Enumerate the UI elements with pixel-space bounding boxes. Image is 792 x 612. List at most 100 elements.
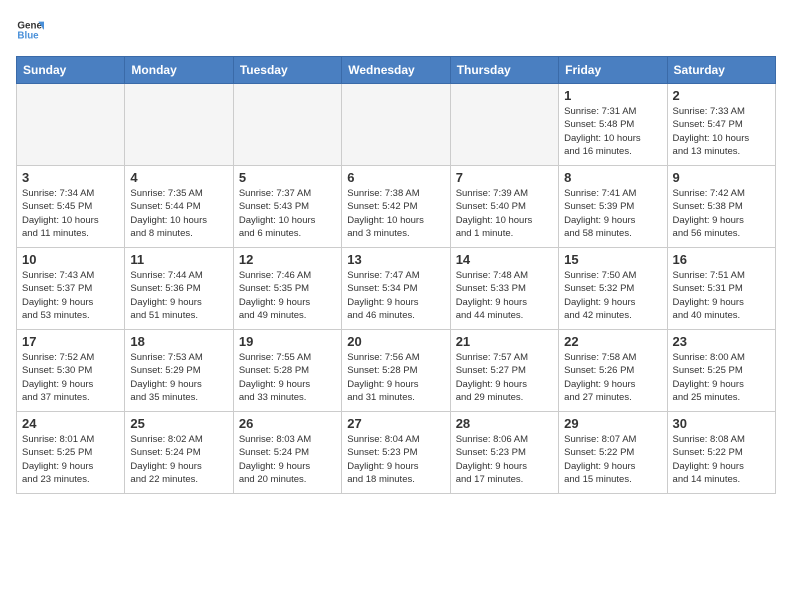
column-header-tuesday: Tuesday bbox=[233, 57, 341, 84]
day-cell: 17Sunrise: 7:52 AM Sunset: 5:30 PM Dayli… bbox=[17, 330, 125, 412]
day-number: 6 bbox=[347, 170, 444, 185]
column-header-saturday: Saturday bbox=[667, 57, 775, 84]
day-number: 3 bbox=[22, 170, 119, 185]
day-cell: 27 Sunrise: 8:04 AM Sunset: 5:23 PM Dayli… bbox=[342, 412, 450, 494]
day-cell: 14 Sunrise: 7:48 AM Sunset: 5:33 PM Dayli… bbox=[450, 248, 558, 330]
day-cell bbox=[125, 84, 233, 166]
day-info: Sunrise: 7:47 AM Sunset: 5:34 PM Dayligh… bbox=[347, 269, 444, 322]
week-row-5: 24 Sunrise: 8:01 AM Sunset: 5:25 PM Dayli… bbox=[17, 412, 776, 494]
day-info: Sunrise: 7:37 AM Sunset: 5:43 PM Dayligh… bbox=[239, 187, 336, 240]
day-number: 25 bbox=[130, 416, 227, 431]
column-header-monday: Monday bbox=[125, 57, 233, 84]
day-info: Sunrise: 7:35 AM Sunset: 5:44 PM Dayligh… bbox=[130, 187, 227, 240]
day-info: Sunrise: 7:51 AM Sunset: 5:31 PM Dayligh… bbox=[673, 269, 770, 322]
day-cell: 30 Sunrise: 8:08 AM Sunset: 5:22 PM Dayli… bbox=[667, 412, 775, 494]
page-header: General Blue bbox=[16, 16, 776, 44]
day-info: Sunrise: 7:33 AM Sunset: 5:47 PM Dayligh… bbox=[673, 105, 770, 158]
header-row: SundayMondayTuesdayWednesdayThursdayFrid… bbox=[17, 57, 776, 84]
day-number: 19 bbox=[239, 334, 336, 349]
day-number: 1 bbox=[564, 88, 661, 103]
day-info: Sunrise: 7:58 AM Sunset: 5:26 PM Dayligh… bbox=[564, 351, 661, 404]
week-row-4: 17Sunrise: 7:52 AM Sunset: 5:30 PM Dayli… bbox=[17, 330, 776, 412]
day-number: 28 bbox=[456, 416, 553, 431]
day-number: 22 bbox=[564, 334, 661, 349]
week-row-3: 10 Sunrise: 7:43 AM Sunset: 5:37 PM Dayli… bbox=[17, 248, 776, 330]
day-info: Sunrise: 8:08 AM Sunset: 5:22 PM Dayligh… bbox=[673, 433, 770, 486]
day-info: Sunrise: 7:31 AM Sunset: 5:48 PM Dayligh… bbox=[564, 105, 661, 158]
day-info: Sunrise: 8:01 AM Sunset: 5:25 PM Dayligh… bbox=[22, 433, 119, 486]
day-number: 24 bbox=[22, 416, 119, 431]
svg-text:Blue: Blue bbox=[17, 30, 39, 41]
week-row-1: 1 Sunrise: 7:31 AM Sunset: 5:48 PM Daylig… bbox=[17, 84, 776, 166]
day-cell: 6 Sunrise: 7:38 AM Sunset: 5:42 PM Daylig… bbox=[342, 166, 450, 248]
day-number: 29 bbox=[564, 416, 661, 431]
day-info: Sunrise: 7:42 AM Sunset: 5:38 PM Dayligh… bbox=[673, 187, 770, 240]
day-number: 20 bbox=[347, 334, 444, 349]
day-info: Sunrise: 7:39 AM Sunset: 5:40 PM Dayligh… bbox=[456, 187, 553, 240]
day-info: Sunrise: 7:44 AM Sunset: 5:36 PM Dayligh… bbox=[130, 269, 227, 322]
day-cell bbox=[233, 84, 341, 166]
day-number: 15 bbox=[564, 252, 661, 267]
day-number: 7 bbox=[456, 170, 553, 185]
day-cell: 16 Sunrise: 7:51 AM Sunset: 5:31 PM Dayli… bbox=[667, 248, 775, 330]
logo-icon: General Blue bbox=[16, 16, 44, 44]
day-info: Sunrise: 8:03 AM Sunset: 5:24 PM Dayligh… bbox=[239, 433, 336, 486]
day-info: Sunrise: 8:07 AM Sunset: 5:22 PM Dayligh… bbox=[564, 433, 661, 486]
day-info: Sunrise: 7:43 AM Sunset: 5:37 PM Dayligh… bbox=[22, 269, 119, 322]
day-info: Sunrise: 8:04 AM Sunset: 5:23 PM Dayligh… bbox=[347, 433, 444, 486]
day-cell: 5Sunrise: 7:37 AM Sunset: 5:43 PM Daylig… bbox=[233, 166, 341, 248]
day-info: Sunrise: 7:38 AM Sunset: 5:42 PM Dayligh… bbox=[347, 187, 444, 240]
day-cell bbox=[450, 84, 558, 166]
day-number: 13 bbox=[347, 252, 444, 267]
day-number: 11 bbox=[130, 252, 227, 267]
day-info: Sunrise: 8:06 AM Sunset: 5:23 PM Dayligh… bbox=[456, 433, 553, 486]
day-cell: 13 Sunrise: 7:47 AM Sunset: 5:34 PM Dayli… bbox=[342, 248, 450, 330]
day-number: 10 bbox=[22, 252, 119, 267]
day-cell: 12 Sunrise: 7:46 AM Sunset: 5:35 PM Dayli… bbox=[233, 248, 341, 330]
day-cell: 8 Sunrise: 7:41 AM Sunset: 5:39 PM Daylig… bbox=[559, 166, 667, 248]
day-info: Sunrise: 7:56 AM Sunset: 5:28 PM Dayligh… bbox=[347, 351, 444, 404]
day-cell: 28 Sunrise: 8:06 AM Sunset: 5:23 PM Dayli… bbox=[450, 412, 558, 494]
day-cell: 22 Sunrise: 7:58 AM Sunset: 5:26 PM Dayli… bbox=[559, 330, 667, 412]
day-cell: 23 Sunrise: 8:00 AM Sunset: 5:25 PM Dayli… bbox=[667, 330, 775, 412]
day-cell: 29 Sunrise: 8:07 AM Sunset: 5:22 PM Dayli… bbox=[559, 412, 667, 494]
day-info: Sunrise: 7:41 AM Sunset: 5:39 PM Dayligh… bbox=[564, 187, 661, 240]
day-number: 12 bbox=[239, 252, 336, 267]
day-cell: 3Sunrise: 7:34 AM Sunset: 5:45 PM Daylig… bbox=[17, 166, 125, 248]
week-row-2: 3Sunrise: 7:34 AM Sunset: 5:45 PM Daylig… bbox=[17, 166, 776, 248]
day-number: 14 bbox=[456, 252, 553, 267]
day-cell: 9Sunrise: 7:42 AM Sunset: 5:38 PM Daylig… bbox=[667, 166, 775, 248]
day-cell: 20 Sunrise: 7:56 AM Sunset: 5:28 PM Dayli… bbox=[342, 330, 450, 412]
day-cell: 1 Sunrise: 7:31 AM Sunset: 5:48 PM Daylig… bbox=[559, 84, 667, 166]
day-number: 8 bbox=[564, 170, 661, 185]
day-info: Sunrise: 8:00 AM Sunset: 5:25 PM Dayligh… bbox=[673, 351, 770, 404]
column-header-friday: Friday bbox=[559, 57, 667, 84]
day-cell: 15Sunrise: 7:50 AM Sunset: 5:32 PM Dayli… bbox=[559, 248, 667, 330]
day-number: 26 bbox=[239, 416, 336, 431]
day-number: 16 bbox=[673, 252, 770, 267]
day-cell bbox=[342, 84, 450, 166]
day-info: Sunrise: 8:02 AM Sunset: 5:24 PM Dayligh… bbox=[130, 433, 227, 486]
day-number: 17 bbox=[22, 334, 119, 349]
day-cell: 7 Sunrise: 7:39 AM Sunset: 5:40 PM Daylig… bbox=[450, 166, 558, 248]
column-header-sunday: Sunday bbox=[17, 57, 125, 84]
day-cell: 11 Sunrise: 7:44 AM Sunset: 5:36 PM Dayli… bbox=[125, 248, 233, 330]
day-info: Sunrise: 7:46 AM Sunset: 5:35 PM Dayligh… bbox=[239, 269, 336, 322]
day-cell: 25 Sunrise: 8:02 AM Sunset: 5:24 PM Dayli… bbox=[125, 412, 233, 494]
day-info: Sunrise: 7:55 AM Sunset: 5:28 PM Dayligh… bbox=[239, 351, 336, 404]
day-number: 27 bbox=[347, 416, 444, 431]
day-info: Sunrise: 7:48 AM Sunset: 5:33 PM Dayligh… bbox=[456, 269, 553, 322]
day-cell: 19 Sunrise: 7:55 AM Sunset: 5:28 PM Dayli… bbox=[233, 330, 341, 412]
day-number: 18 bbox=[130, 334, 227, 349]
column-header-thursday: Thursday bbox=[450, 57, 558, 84]
day-cell: 24 Sunrise: 8:01 AM Sunset: 5:25 PM Dayli… bbox=[17, 412, 125, 494]
day-cell: 10 Sunrise: 7:43 AM Sunset: 5:37 PM Dayli… bbox=[17, 248, 125, 330]
day-cell: 2Sunrise: 7:33 AM Sunset: 5:47 PM Daylig… bbox=[667, 84, 775, 166]
day-number: 4 bbox=[130, 170, 227, 185]
day-cell: 26 Sunrise: 8:03 AM Sunset: 5:24 PM Dayli… bbox=[233, 412, 341, 494]
day-number: 30 bbox=[673, 416, 770, 431]
day-cell: 4 Sunrise: 7:35 AM Sunset: 5:44 PM Daylig… bbox=[125, 166, 233, 248]
day-number: 23 bbox=[673, 334, 770, 349]
column-header-wednesday: Wednesday bbox=[342, 57, 450, 84]
day-number: 21 bbox=[456, 334, 553, 349]
